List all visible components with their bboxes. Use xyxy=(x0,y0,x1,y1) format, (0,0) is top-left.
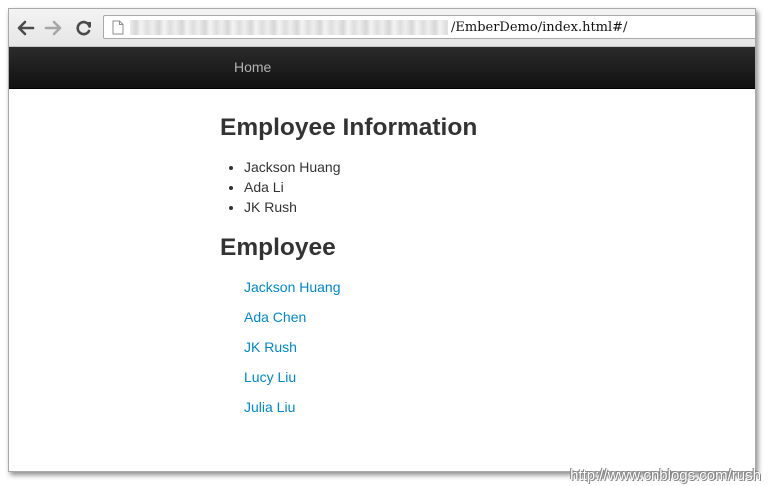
url-blurred-host xyxy=(130,20,448,35)
list-item: JK Rush xyxy=(244,337,341,367)
back-button[interactable] xyxy=(15,17,37,39)
list-item: Lucy Liu xyxy=(244,367,341,397)
forward-button[interactable] xyxy=(42,17,64,39)
forward-arrow-icon xyxy=(44,20,62,36)
employee-information-list: Jackson Huang Ada Li JK Rush xyxy=(220,157,341,217)
browser-toolbar: /EmberDemo/index.html#/ xyxy=(9,9,755,47)
list-item: Ada Chen xyxy=(244,307,341,337)
list-item: JK Rush xyxy=(244,197,341,217)
list-item: Jackson Huang xyxy=(244,277,341,307)
top-navbar: Home xyxy=(9,47,755,89)
employee-information-heading: Employee Information xyxy=(220,114,478,141)
screenshot-canvas: /EmberDemo/index.html#/ Home Employee In… xyxy=(0,0,769,486)
employee-link-lucy-liu[interactable]: Lucy Liu xyxy=(244,369,296,385)
reload-icon xyxy=(76,20,91,36)
nav-home-link[interactable]: Home xyxy=(234,59,271,75)
list-item: Ada Li xyxy=(244,177,341,197)
employee-link-list: Jackson Huang Ada Chen JK Rush Lucy Liu … xyxy=(244,277,341,427)
watermark-text: http://www.cnblogs.com/rush xyxy=(570,467,761,484)
employee-link-jk-rush[interactable]: JK Rush xyxy=(244,339,297,355)
list-item: Julia Liu xyxy=(244,397,341,427)
employee-heading: Employee xyxy=(220,234,336,261)
reload-button[interactable] xyxy=(73,17,95,39)
back-arrow-icon xyxy=(17,20,35,36)
browser-window: /EmberDemo/index.html#/ Home Employee In… xyxy=(8,8,756,472)
employee-link-ada-chen[interactable]: Ada Chen xyxy=(244,309,306,325)
employee-link-julia-liu[interactable]: Julia Liu xyxy=(244,399,295,415)
list-item: Jackson Huang xyxy=(244,157,341,177)
url-text: /EmberDemo/index.html#/ xyxy=(451,20,628,35)
employee-link-jackson-huang[interactable]: Jackson Huang xyxy=(244,279,341,295)
address-bar[interactable]: /EmberDemo/index.html#/ xyxy=(103,15,755,39)
page-icon xyxy=(112,20,124,35)
